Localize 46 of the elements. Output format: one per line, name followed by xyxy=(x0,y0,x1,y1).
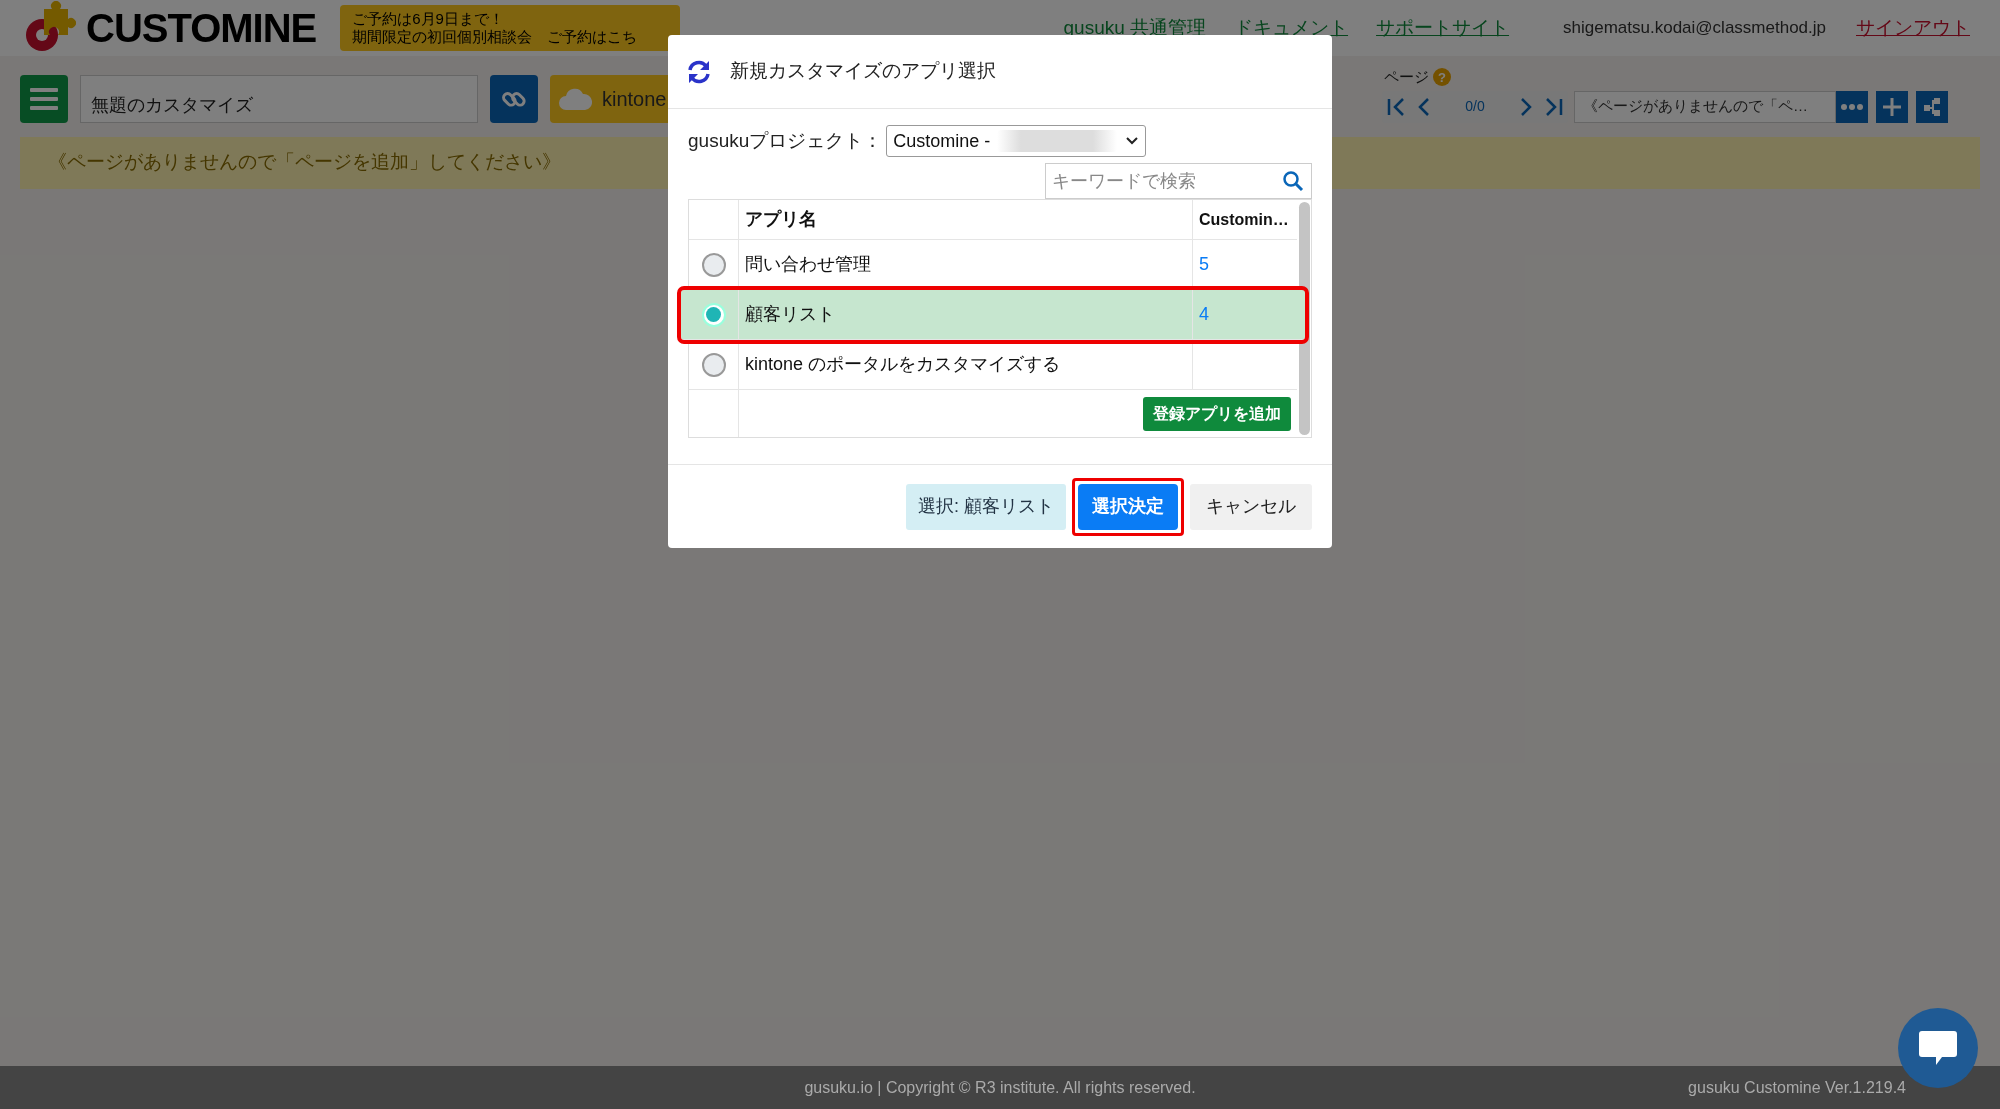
sign-out-link[interactable]: サインアウト xyxy=(1856,13,1970,43)
tree-icon xyxy=(1922,96,1942,117)
column-header: アプリ名 xyxy=(745,208,817,231)
notice-message: 《ページがありませんので「ページを追加」してください》 xyxy=(48,150,561,175)
structure-button[interactable] xyxy=(1916,90,1948,123)
version-text: gusuku Customine Ver.1.219.4 xyxy=(1688,1077,1906,1098)
chevron-down-icon xyxy=(1125,136,1140,146)
logo-text: CUSTOMINE xyxy=(86,8,317,48)
radio-button[interactable] xyxy=(701,352,726,377)
count-link[interactable]: 4 xyxy=(1199,301,1209,328)
banner-text: ご予約は6月9日まで！ xyxy=(352,10,505,28)
plus-icon xyxy=(1882,96,1902,117)
menu-button[interactable] xyxy=(20,74,68,123)
app-row[interactable]: kintone のポータルをカスタマイズする xyxy=(689,340,1297,390)
user-email: shigematsu.kodai@classmethod.jp xyxy=(1563,17,1826,40)
menu-icon xyxy=(30,86,58,111)
more-icon xyxy=(1841,103,1863,110)
app-name: 問い合わせ管理 xyxy=(745,253,871,276)
customize-title-field[interactable]: 無題のカスタマイズ xyxy=(80,74,478,123)
selection-indicator: 選択: 顧客リスト xyxy=(906,483,1066,530)
refresh-icon xyxy=(686,58,712,85)
search-field[interactable]: キーワードで検索 xyxy=(1045,163,1312,199)
more-button[interactable] xyxy=(1836,90,1868,123)
project-select[interactable]: Customine - xyxy=(886,125,1147,157)
add-app-button[interactable]: 登録アプリを追加 xyxy=(1143,396,1291,431)
project-label: gusukuプロジェクト： xyxy=(688,128,883,153)
app-name: 顧客リスト xyxy=(745,303,835,326)
page-select[interactable]: 《ページがありませんので「ペ… xyxy=(1574,90,1836,123)
app-name: kintone のポータルをカスタマイズする xyxy=(745,353,1061,376)
confirm-button[interactable]: 選択決定 xyxy=(1078,483,1178,530)
search-icon xyxy=(1282,170,1304,192)
scrollbar[interactable] xyxy=(1299,202,1310,435)
page-label: ページ xyxy=(1384,67,1429,87)
banner-text: 期間限定の初回個別相談会 ご予約はこち xyxy=(352,28,639,46)
cancel-button[interactable]: キャンセル xyxy=(1190,483,1312,530)
chat-bubble-icon xyxy=(1918,1029,1958,1067)
dialog-title: 新規カスタマイズのアプリ選択 xyxy=(730,59,996,84)
count-link[interactable]: 5 xyxy=(1199,251,1209,278)
page-counter: 0/0 xyxy=(1464,97,1486,116)
radio-button[interactable] xyxy=(701,252,726,277)
link-button[interactable] xyxy=(490,74,538,123)
nav-link[interactable]: サポートサイト xyxy=(1376,13,1510,43)
add-page-button[interactable] xyxy=(1876,90,1908,123)
column-header: Customin… xyxy=(1199,209,1289,230)
promo-banner[interactable]: ご予約は6月9日まで！ 期間限定の初回個別相談会 ご予約はこち xyxy=(340,5,681,51)
copyright-text: gusuku.io | Copyright © R3 institute. All rights reserved. xyxy=(804,1077,1196,1098)
